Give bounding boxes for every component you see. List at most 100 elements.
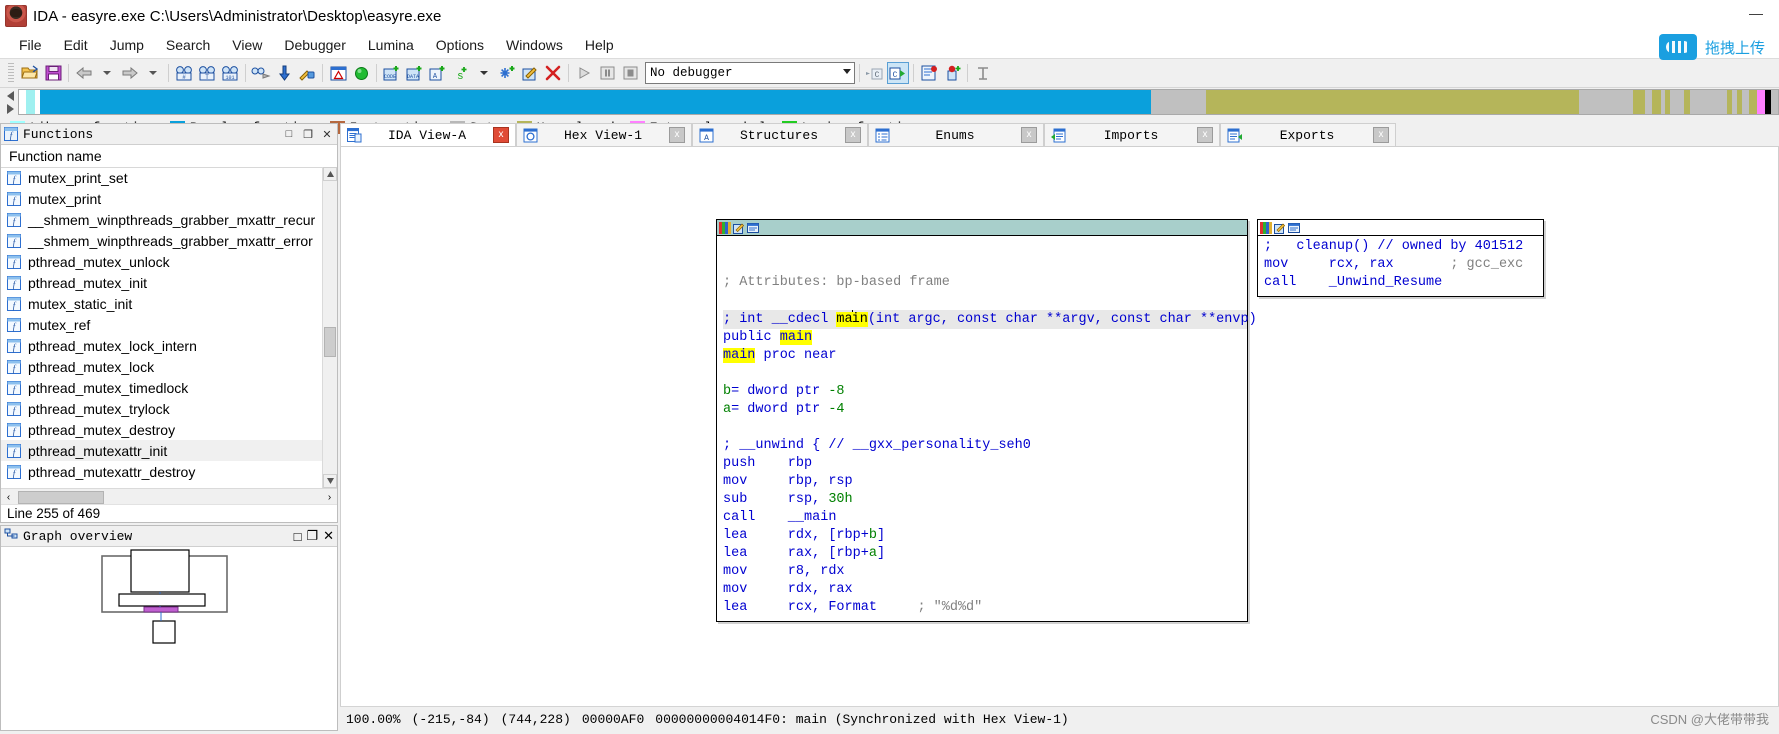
- node-properties-icon[interactable]: [1288, 222, 1300, 234]
- navigate-back-button[interactable]: [73, 62, 95, 84]
- disasm-line[interactable]: ; cleanup() // owned by 401512: [1264, 238, 1543, 256]
- save-file-button[interactable]: [42, 62, 64, 84]
- function-list-item[interactable]: f pthread_mutex_lock_intern: [1, 335, 323, 356]
- tab-imports[interactable]: Imports x: [1044, 123, 1220, 146]
- node-titlebar[interactable]: [1258, 220, 1543, 236]
- node-disassembly-text[interactable]: ; cleanup() // owned by 401512 mov rcx, r…: [1258, 236, 1543, 296]
- menu-debugger[interactable]: Debugger: [273, 34, 357, 56]
- stop-square-icon[interactable]: [619, 62, 641, 84]
- disasm-line[interactable]: mov r8, rdx: [723, 563, 1247, 581]
- warning-window-icon[interactable]: [327, 62, 349, 84]
- hammer-lock-icon[interactable]: [296, 62, 318, 84]
- function-list-item[interactable]: f mutex_static_init: [1, 293, 323, 314]
- disasm-line[interactable]: [723, 419, 1247, 437]
- disasm-line[interactable]: b= dword ptr -8: [723, 383, 1247, 401]
- disasm-line[interactable]: lea rcx, Format ; "%d%d": [723, 599, 1247, 617]
- disasm-line[interactable]: a= dword ptr -4: [723, 401, 1247, 419]
- blue-down-arrow-icon[interactable]: [273, 62, 295, 84]
- disasm-line[interactable]: ; int __cdecl main(int argc, const char …: [723, 310, 1257, 329]
- debugger-select[interactable]: No debugger: [645, 62, 855, 84]
- strings-icon[interactable]: [972, 62, 994, 84]
- panel-restore-button[interactable]: □: [282, 127, 296, 141]
- step-over-c-icon[interactable]: C: [887, 62, 909, 84]
- disasm-line[interactable]: [723, 238, 1247, 256]
- menu-jump[interactable]: Jump: [99, 34, 155, 56]
- binoculars-next-icon[interactable]: [250, 62, 272, 84]
- disasm-line[interactable]: mov rbp, rsp: [723, 473, 1247, 491]
- binoculars-hash-icon[interactable]: #: [173, 62, 195, 84]
- disasm-line[interactable]: [723, 292, 1247, 310]
- function-list-item[interactable]: f pthread_mutex_lock: [1, 356, 323, 377]
- menu-windows[interactable]: Windows: [495, 34, 574, 56]
- color-palette-icon[interactable]: [1260, 221, 1272, 234]
- tab-ida-view-a[interactable]: IDA View-A x: [340, 123, 516, 146]
- disasm-line[interactable]: call __main: [723, 509, 1247, 527]
- menu-options[interactable]: Options: [425, 34, 495, 56]
- tab-structures[interactable]: A Structures x: [692, 123, 868, 146]
- red-x-icon[interactable]: [542, 62, 564, 84]
- tab-close-icon[interactable]: x: [845, 127, 861, 143]
- functions-horizontal-scrollbar[interactable]: ‹ ›: [1, 488, 337, 505]
- data-plus-icon[interactable]: DATA: [404, 62, 426, 84]
- function-list-item[interactable]: f pthread_mutexattr_destroy: [1, 461, 323, 482]
- node-disassembly-text[interactable]: ; Attributes: bp-based frame ; int __cde…: [717, 236, 1257, 621]
- scroll-right-arrow-icon[interactable]: ›: [322, 490, 337, 505]
- edit-node-icon[interactable]: [733, 222, 745, 234]
- disasm-line[interactable]: call _Unwind_Resume: [1264, 274, 1543, 292]
- functions-list[interactable]: f mutex_print_set f mutex_print f __shmem_win…: [1, 167, 323, 488]
- node-titlebar[interactable]: [717, 220, 1247, 236]
- disasm-line[interactable]: mov rdx, rax: [723, 581, 1247, 599]
- edit-node-icon[interactable]: [1274, 222, 1286, 234]
- functions-column-header[interactable]: Function name: [1, 145, 337, 168]
- disasm-line[interactable]: public main: [723, 329, 1247, 347]
- graph-node-main[interactable]: ; Attributes: bp-based frame ; int __cde…: [716, 219, 1257, 622]
- tab-close-icon[interactable]: x: [1021, 127, 1037, 143]
- nav-right-arrow-icon[interactable]: [6, 103, 14, 114]
- tab-close-icon[interactable]: x: [1197, 127, 1213, 143]
- navigation-band[interactable]: [18, 89, 1779, 115]
- menu-help[interactable]: Help: [574, 34, 625, 56]
- binoculars-binary-icon[interactable]: 101: [219, 62, 241, 84]
- scroll-left-arrow-icon[interactable]: ‹: [1, 490, 16, 505]
- tab-close-icon[interactable]: x: [1373, 127, 1389, 143]
- string-plus-icon[interactable]: s: [450, 62, 472, 84]
- play-triangle-icon[interactable]: [573, 62, 595, 84]
- green-circle-icon[interactable]: [350, 62, 372, 84]
- breakpoint-plus-icon[interactable]: [941, 62, 963, 84]
- scroll-up-arrow-icon[interactable]: [323, 167, 337, 181]
- code-plus-icon[interactable]: CODE: [381, 62, 403, 84]
- functions-vertical-scrollbar[interactable]: [322, 167, 337, 488]
- function-list-item[interactable]: f pthread_mutex_init: [1, 272, 323, 293]
- disasm-line[interactable]: ; Attributes: bp-based frame: [723, 274, 1247, 292]
- disasm-line[interactable]: lea rdx, [rbp+b]: [723, 527, 1247, 545]
- toolbar-grip[interactable]: [8, 63, 14, 83]
- node-properties-icon[interactable]: [747, 222, 759, 234]
- pencil-edit-icon[interactable]: [519, 62, 541, 84]
- function-list-item[interactable]: f __shmem_winpthreads_grabber_mxattr_erro…: [1, 230, 323, 251]
- function-list-item[interactable]: f mutex_ref: [1, 314, 323, 335]
- menu-lumina[interactable]: Lumina: [357, 34, 425, 56]
- breakpoint-list-icon[interactable]: [918, 62, 940, 84]
- nav-left-arrow-icon[interactable]: [6, 90, 14, 101]
- disasm-line[interactable]: push rbp: [723, 455, 1247, 473]
- function-list-item[interactable]: f mutex_print_set: [1, 167, 323, 188]
- panel-close-button[interactable]: ✕: [320, 127, 334, 141]
- step-into-c-icon[interactable]: C: [864, 62, 886, 84]
- vertical-scroll-thumb[interactable]: [324, 327, 336, 357]
- tab-close-icon[interactable]: x: [493, 127, 509, 143]
- function-list-item[interactable]: f pthread_mutex_destroy: [1, 419, 323, 440]
- tab-exports[interactable]: Exports x: [1220, 123, 1396, 146]
- navigate-back-dropdown[interactable]: [96, 62, 118, 84]
- disasm-line[interactable]: mov rcx, rax ; gcc_exc: [1264, 256, 1543, 274]
- function-list-item[interactable]: f pthread_mutex_unlock: [1, 251, 323, 272]
- graph-overview-canvas[interactable]: [1, 547, 337, 730]
- open-file-button[interactable]: [19, 62, 41, 84]
- menu-view[interactable]: View: [221, 34, 273, 56]
- overview-restore-button[interactable]: □: [294, 529, 302, 544]
- tab-close-icon[interactable]: x: [669, 127, 685, 143]
- binoculars-text-icon[interactable]: T: [196, 62, 218, 84]
- navigate-forward-button[interactable]: [119, 62, 141, 84]
- drag-upload-widget[interactable]: 拖拽上传: [1658, 34, 1765, 60]
- array-plus-icon[interactable]: A: [427, 62, 449, 84]
- function-list-item[interactable]: f pthread_mutex_trylock: [1, 398, 323, 419]
